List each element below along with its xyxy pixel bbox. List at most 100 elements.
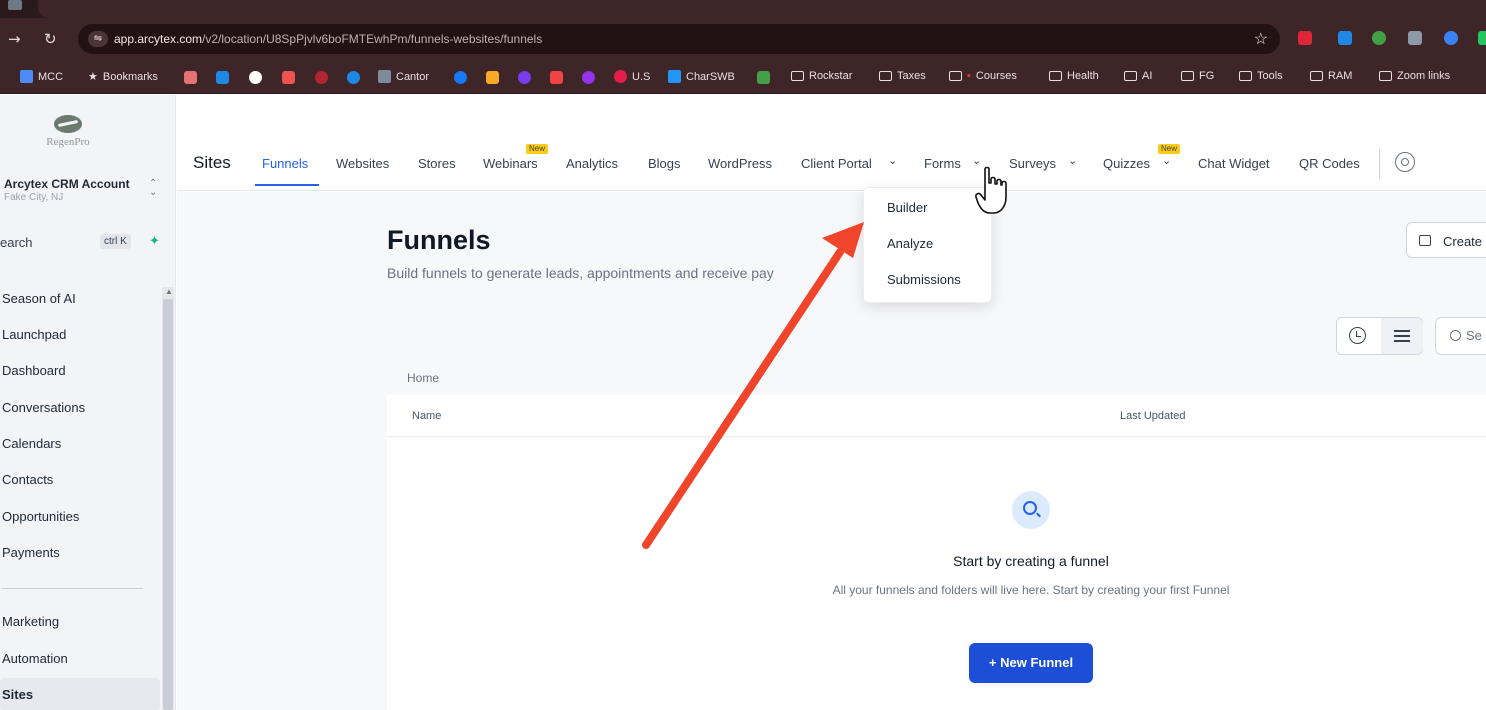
tab-surveys[interactable]: Surveys [1009,156,1056,171]
bookmark-charswb[interactable]: CharSWB [668,70,735,83]
tab-quizzes[interactable]: Quizzes [1103,156,1150,171]
tab-qr-codes[interactable]: QR Codes [1299,156,1360,171]
tab-stores[interactable]: Stores [418,156,456,171]
google-icon[interactable] [249,71,262,84]
tab-favicon-icon [8,0,22,10]
scrollbar-thumb[interactable] [163,299,173,710]
bookmark-cantor[interactable]: Cantor [378,70,429,83]
bookmark-label: AI [1142,70,1153,82]
new-funnel-button[interactable]: + New Funnel [969,643,1093,683]
sidebar-item-sites[interactable]: Sites [2,687,33,702]
tab-chat-widget[interactable]: Chat Widget [1198,156,1270,171]
sidebar-item-conversations[interactable]: Conversations [2,400,85,415]
sidebar-item-contacts[interactable]: Contacts [2,472,53,487]
tab-funnels[interactable]: Funnels [262,156,308,171]
sidebar-item-dashboard[interactable]: Dashboard [2,363,66,378]
brand-logo[interactable]: RegenPro [38,115,98,148]
account-switcher[interactable]: Arcytex CRM Account Fake City, NJ ⌃ ⌄ [0,173,168,209]
sidebar-item-automation[interactable]: Automation [2,651,68,666]
bookmark-folder-fg[interactable]: FG [1181,70,1214,82]
bookmark-icon[interactable] [282,71,295,84]
sidebar-scrollbar[interactable]: ▲ [162,287,174,710]
tab-analytics[interactable]: Analytics [566,156,618,171]
tab-forms[interactable]: Forms [924,156,961,171]
sidebar-item-launchpad[interactable]: Launchpad [2,327,66,342]
youtube-icon[interactable] [550,71,563,84]
extension-icon[interactable] [1298,31,1312,45]
address-bar[interactable]: ⇋ app.arcytex.com/v2/location/U8SpPjvlv6… [78,24,1280,54]
extension-icon[interactable] [1478,31,1486,45]
chevron-down-icon[interactable]: ⌄ [1068,154,1077,167]
tab-websites[interactable]: Websites [336,156,389,171]
browser-tab[interactable] [38,0,1486,18]
menu-item-builder[interactable]: Builder [887,200,927,215]
extension-icon[interactable] [1338,31,1352,45]
tab-webinars[interactable]: Webinars [483,156,538,171]
bookmark-folder-health[interactable]: Health [1049,70,1099,82]
bookmark-folder-taxes[interactable]: Taxes [879,70,926,82]
sidebar-item-payments[interactable]: Payments [2,545,60,560]
chevron-down-icon[interactable]: ⌄ [972,154,981,167]
column-last-updated[interactable]: Last Updated [1120,410,1185,422]
facebook-icon[interactable] [454,71,467,84]
folder-icon [1124,71,1137,81]
bookmark-label: U.S [632,70,651,83]
bookmarks-bar: MCC ★ Bookmarks Cantor U.S CharSWB Rockst… [0,62,1486,94]
tab-wordpress[interactable]: WordPress [708,156,772,171]
funnel-search-input[interactable]: Se [1435,317,1486,355]
sidebar-item-opportunities[interactable]: Opportunities [2,509,79,524]
ai-sparkle-icon[interactable]: ✦ [149,233,160,249]
bookmark-star-icon[interactable]: ☆ [1254,29,1268,49]
bookmark-mcc[interactable]: MCC [20,70,63,83]
list-view-button[interactable] [1381,318,1423,354]
empty-state-description: All your funnels and folders will live h… [832,583,1230,597]
chevron-down-icon[interactable]: ⌄ [888,154,897,167]
bookmark-icon[interactable] [315,71,328,84]
bookmark-folder-rockstar[interactable]: Rockstar [791,70,852,82]
scroll-up-icon[interactable]: ▲ [165,287,173,296]
extension-icon[interactable] [1444,31,1458,45]
bookmark-folder-courses[interactable]: ▪ Courses [949,70,1017,82]
forward-icon[interactable]: → [8,30,21,48]
magnifier-icon [1023,501,1037,515]
tab-blogs[interactable]: Blogs [648,156,681,171]
bookmark-icon[interactable] [216,71,229,84]
bookmark-icon[interactable] [347,71,360,84]
bookmark-icon[interactable] [757,71,770,84]
bookmark-folder-ai[interactable]: AI [1124,70,1152,82]
sidebar-item-calendars[interactable]: Calendars [2,436,61,451]
search-icon [1450,330,1461,341]
bookmark-icon[interactable] [518,71,531,84]
menu-item-submissions[interactable]: Submissions [887,272,961,287]
create-button[interactable]: Create [1406,222,1486,258]
bookmark-icon[interactable] [184,71,197,84]
clock-icon[interactable] [1349,327,1366,344]
reload-icon[interactable]: ↻ [44,30,57,48]
bookmark-icon[interactable] [486,71,499,84]
gear-icon[interactable] [1395,152,1415,172]
bullet-icon: ▪ [967,70,971,82]
bookmark-bookmarks[interactable]: ★ Bookmarks [88,70,158,84]
sidebar-item-marketing[interactable]: Marketing [2,614,59,629]
bookmark-folder-tools[interactable]: Tools [1239,70,1283,82]
site-settings-icon[interactable]: ⇋ [88,31,108,47]
chevron-down-icon[interactable]: ⌄ [1162,154,1171,167]
bookmark-us[interactable]: U.S [614,70,650,83]
breadcrumb[interactable]: Home [407,371,439,385]
bookmark-label: Taxes [897,70,926,82]
menu-item-analyze[interactable]: Analyze [887,236,933,251]
tab-client-portal[interactable]: Client Portal [801,156,872,171]
bookmark-folder-ram[interactable]: RAM [1310,70,1352,82]
bookmark-icon[interactable] [582,71,595,84]
column-name[interactable]: Name [412,410,441,422]
folder-icon [1049,71,1062,81]
bookmark-folder-zoom-links[interactable]: Zoom links [1379,70,1450,82]
sidebar-item-season-of-ai[interactable]: Season of AI [2,291,76,306]
bookmark-label: CharSWB [686,70,735,83]
us-icon [614,70,627,83]
folder-icon [1379,71,1392,81]
extension-icon[interactable] [1408,31,1422,45]
extension-icon[interactable] [1372,31,1386,45]
sidebar-search[interactable]: earch ctrl K ✦ [0,231,168,253]
url-host: app.arcytex.com [114,32,203,46]
